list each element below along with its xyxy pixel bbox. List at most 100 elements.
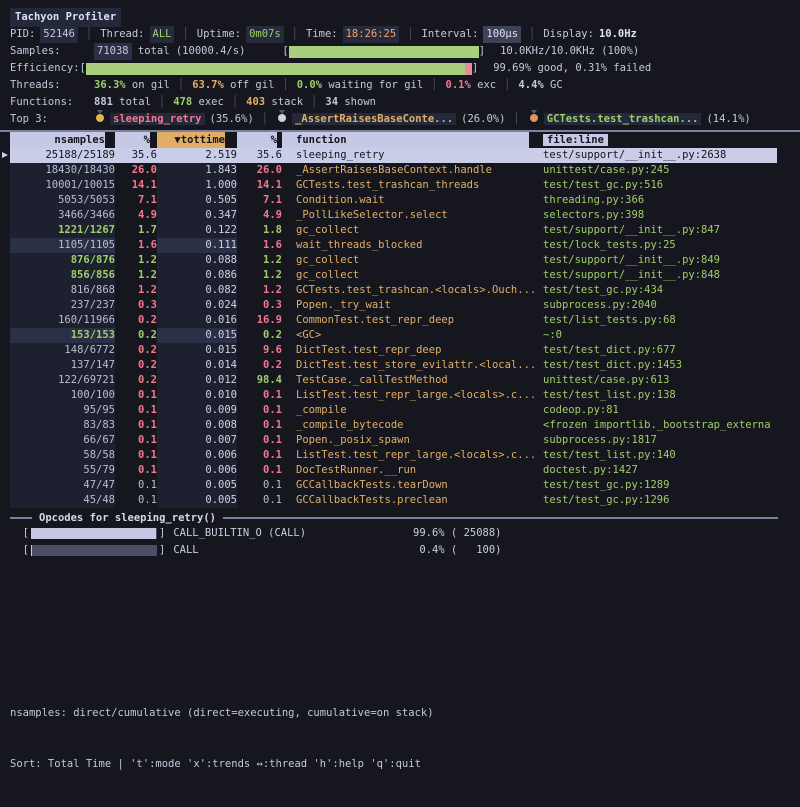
cell-tottime: 0.088 xyxy=(157,253,237,268)
samples-suffix: total (10000.4/s) xyxy=(132,43,246,60)
table-row[interactable]: 148/67720.20.0159.6DictTest.test_repr_de… xyxy=(10,343,790,358)
column-header-tottime[interactable]: ▼tottime xyxy=(157,132,237,148)
divider: │ xyxy=(504,79,510,91)
divider: │ xyxy=(529,26,535,43)
table-row[interactable]: 55/790.10.0060.1DocTestRunner.__rundocte… xyxy=(10,463,790,478)
table-row[interactable]: 1105/11051.60.1111.6wait_threads_blocked… xyxy=(10,238,790,253)
cell-cumulative-percent: 16.9 xyxy=(237,313,282,328)
cell-cumulative-percent: 0.1 xyxy=(237,448,282,463)
cell-direct-percent: 26.0 xyxy=(115,163,157,178)
cell-nsamples: 876/876 xyxy=(10,253,115,268)
divider: │ xyxy=(232,96,238,108)
display-label: Display: xyxy=(543,26,594,43)
table-row[interactable]: 816/8681.20.0821.2GCTests.test_trashcan.… xyxy=(10,283,790,298)
cell-nsamples: 148/6772 xyxy=(10,343,115,358)
cell-nsamples: 25188/25189 xyxy=(10,148,115,163)
column-header-%[interactable]: % xyxy=(237,132,282,148)
table-row[interactable]: 25188/2518935.62.51935.6sleeping_retryte… xyxy=(10,148,777,163)
cell-function: DocTestRunner.__run xyxy=(282,463,543,478)
table-row[interactable]: 876/8761.20.0881.2gc_collecttest/support… xyxy=(10,253,790,268)
opcode-percent-count: 0.4% ( 100) xyxy=(413,542,502,559)
threads-segment-text: off gil xyxy=(224,79,275,91)
table-row[interactable]: 1221/12671.70.1221.8gc_collecttest/suppo… xyxy=(10,223,790,238)
table-row[interactable]: 18430/1843026.01.84326.0_AssertRaisesBas… xyxy=(10,163,790,178)
cell-file-line: <frozen importlib._bootstrap_externa xyxy=(543,418,790,433)
cell-tottime: 0.086 xyxy=(157,268,237,283)
cell-nsamples: 58/58 xyxy=(10,448,115,463)
bronze-medal-icon xyxy=(530,114,538,122)
table-row[interactable]: 58/580.10.0060.1ListTest.test_repr_large… xyxy=(10,448,790,463)
opcode-bar-close: ] xyxy=(159,542,165,559)
divider: │ xyxy=(159,96,165,108)
cell-function: Popen._try_wait xyxy=(282,298,543,313)
cell-function: Popen._posix_spawn xyxy=(282,433,543,448)
top3-entries: sleeping_retry(35.6%)│_AssertRaisesBaseC… xyxy=(94,111,751,128)
cell-tottime: 0.015 xyxy=(157,343,237,358)
column-header-file-line[interactable]: file:line xyxy=(543,132,790,148)
table-row[interactable]: 153/1530.20.0150.2<GC>~:0 xyxy=(10,328,790,343)
cell-direct-percent: 0.1 xyxy=(115,433,157,448)
cell-direct-percent: 0.1 xyxy=(115,493,157,508)
cell-tottime: 0.014 xyxy=(157,358,237,373)
thread-value[interactable]: ALL xyxy=(150,26,175,43)
table-row[interactable]: 83/830.10.0080.1_compile_bytecode<frozen… xyxy=(10,418,790,433)
cell-function: CommonTest.test_repr_deep xyxy=(282,313,543,328)
cell-direct-percent: 0.1 xyxy=(115,388,157,403)
samples-label: Samples: xyxy=(10,43,94,60)
opcode-lead xyxy=(10,525,23,542)
table-row[interactable]: 95/950.10.0090.1_compilecodeop.py:81 xyxy=(10,403,790,418)
table-row[interactable]: 100/1000.10.0100.1ListTest.test_repr_lar… xyxy=(10,388,790,403)
top3-function-name[interactable]: sleeping_retry xyxy=(110,113,205,125)
threads-segments: 36.3% on gil│63.7% off gil│0.0% waiting … xyxy=(94,77,563,94)
functions-segments: 881 total│478 exec│403 stack│34 shown xyxy=(94,94,376,111)
opcode-bar-open: [ xyxy=(23,542,29,559)
table-row[interactable]: 160/119660.20.01616.9CommonTest.test_rep… xyxy=(10,313,790,328)
table-row[interactable]: 122/697210.20.01298.4TestCase._callTestM… xyxy=(10,373,790,388)
threads-segment-text: waiting for gil xyxy=(322,79,423,91)
cell-file-line: unittest/case.py:613 xyxy=(543,373,790,388)
separator-dash xyxy=(10,517,32,519)
cell-direct-percent: 0.1 xyxy=(115,463,157,478)
table-row[interactable]: 47/470.10.0050.1GCCallbackTests.tearDown… xyxy=(10,478,790,493)
cell-cumulative-percent: 26.0 xyxy=(237,163,282,178)
cell-tottime: 0.505 xyxy=(157,193,237,208)
table-row[interactable]: 3466/34664.90.3474.9_PollLikeSelector.se… xyxy=(10,208,790,223)
column-header-%[interactable]: % xyxy=(115,132,157,148)
cell-cumulative-percent: 4.9 xyxy=(237,208,282,223)
cell-cumulative-percent: 0.1 xyxy=(237,493,282,508)
cell-file-line: test/list_tests.py:68 xyxy=(543,313,790,328)
cell-cumulative-percent: 9.6 xyxy=(237,343,282,358)
table-row[interactable]: 10001/1001514.11.00014.1GCTests.test_tra… xyxy=(10,178,790,193)
table-row[interactable]: 237/2370.30.0240.3Popen._try_waitsubproc… xyxy=(10,298,790,313)
column-header-nsamples[interactable]: nsamples xyxy=(10,132,115,148)
top3-function-name[interactable]: _AssertRaisesBaseConte... xyxy=(292,113,456,125)
table-row[interactable]: 137/1470.20.0140.2DictTest.test_store_ev… xyxy=(10,358,790,373)
top3-function-percent: (35.6%) xyxy=(210,113,254,125)
threads-segment-value: 0.0% xyxy=(297,79,322,91)
cell-nsamples: 95/95 xyxy=(10,403,115,418)
opcode-bar xyxy=(31,545,157,556)
cell-function: gc_collect xyxy=(282,223,543,238)
efficiency-line: Efficiency:[]99.69% good, 0.31% failed xyxy=(10,60,800,77)
uptime-value: 0m07s xyxy=(246,26,284,43)
display-value: 10.0Hz xyxy=(599,26,637,43)
functions-segment-value: 34 xyxy=(325,96,338,108)
cell-nsamples: 122/69721 xyxy=(10,373,115,388)
cell-nsamples: 160/11966 xyxy=(10,313,115,328)
column-header-function[interactable]: function xyxy=(282,132,543,148)
cell-function: <GC> xyxy=(282,328,543,343)
cell-nsamples: 100/100 xyxy=(10,388,115,403)
cell-file-line: doctest.py:1427 xyxy=(543,463,790,478)
table-row[interactable]: 66/670.10.0070.1Popen._posix_spawnsubpro… xyxy=(10,433,790,448)
table-row[interactable]: 45/480.10.0050.1GCCallbackTests.preclean… xyxy=(10,493,790,508)
cell-nsamples: 816/868 xyxy=(10,283,115,298)
cell-direct-percent: 0.2 xyxy=(115,313,157,328)
top3-function-name[interactable]: GCTests.test_trashcan... xyxy=(544,113,702,125)
table-row[interactable]: 856/8561.20.0861.2gc_collecttest/support… xyxy=(10,268,790,283)
cell-function: Condition.wait xyxy=(282,193,543,208)
cell-function: gc_collect xyxy=(282,253,543,268)
table-row[interactable]: 5053/50537.10.5057.1Condition.waitthread… xyxy=(10,193,790,208)
cell-tottime: 0.005 xyxy=(157,478,237,493)
title-line: Tachyon Profiler xyxy=(10,9,800,26)
cell-direct-percent: 0.3 xyxy=(115,298,157,313)
